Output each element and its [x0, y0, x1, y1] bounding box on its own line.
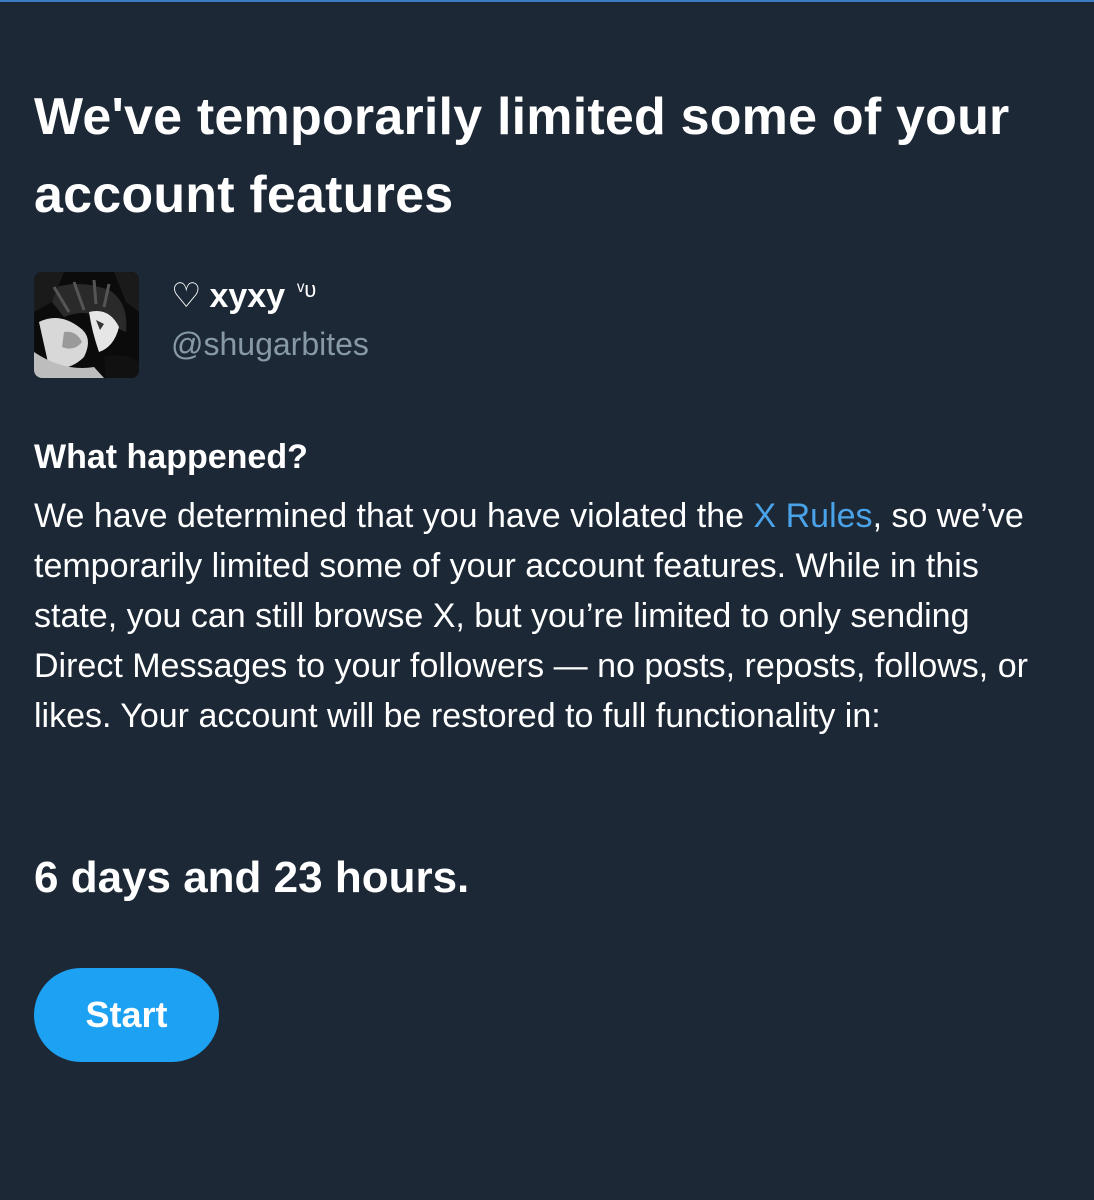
avatar-image	[34, 272, 139, 378]
heart-icon: ♡	[171, 277, 202, 315]
restriction-panel: We've temporarily limited some of your a…	[34, 78, 1034, 1062]
section-heading: What happened?	[34, 438, 308, 476]
top-border	[0, 0, 1094, 2]
display-name-suffix: ᵛᴜ	[297, 277, 317, 302]
avatar	[34, 272, 139, 378]
display-name-text: xyxy	[209, 277, 286, 315]
account-profile: ♡ xyxy ᵛᴜ @shugarbites	[34, 272, 369, 378]
explanation-text-before-link: We have determined that you have violate…	[34, 497, 754, 535]
start-button[interactable]: Start	[34, 968, 219, 1062]
restriction-countdown: 6 days and 23 hours.	[34, 853, 470, 902]
display-name: ♡ xyxy ᵛᴜ	[171, 274, 369, 318]
x-rules-link[interactable]: X Rules	[754, 497, 873, 535]
explanation-text: We have determined that you have violate…	[34, 491, 1044, 741]
page-title: We've temporarily limited some of your a…	[34, 88, 1010, 224]
account-names: ♡ xyxy ᵛᴜ @shugarbites	[171, 274, 369, 366]
account-handle: @shugarbites	[171, 326, 369, 362]
